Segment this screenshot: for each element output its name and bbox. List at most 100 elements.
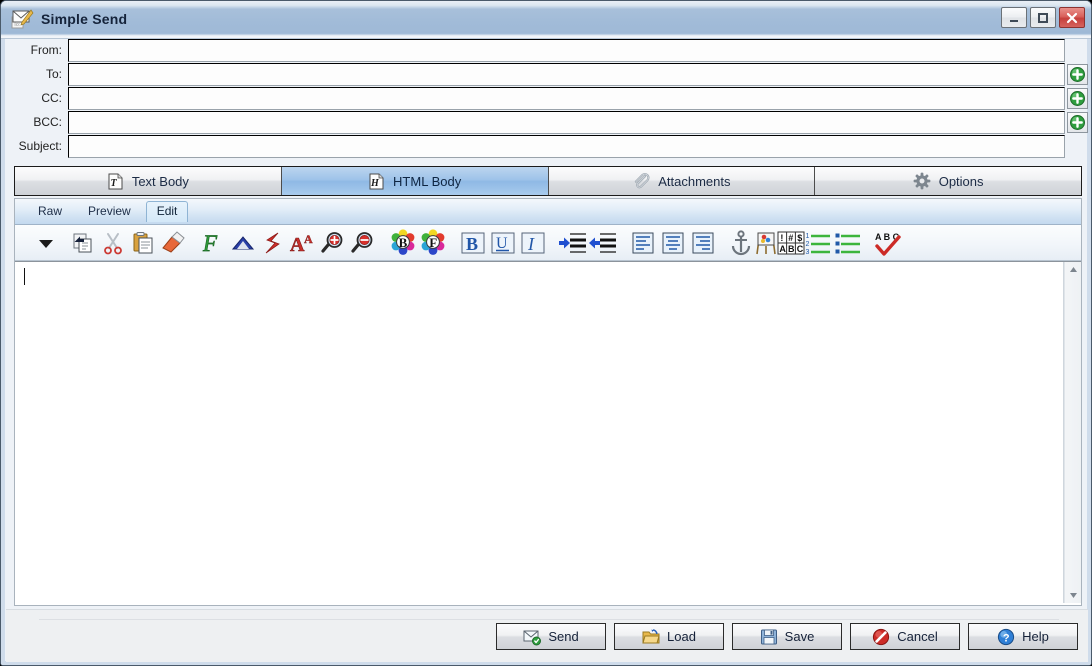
svg-text:B: B xyxy=(788,244,795,254)
footer-divider xyxy=(39,619,1059,622)
lightning-s-icon xyxy=(260,230,286,256)
cc-input[interactable] xyxy=(68,87,1065,110)
easel-image-icon xyxy=(754,230,778,256)
bcc-address-book-button[interactable] xyxy=(1067,112,1088,133)
svg-text:A: A xyxy=(779,244,786,254)
align-left-icon xyxy=(630,230,656,256)
subject-spacer xyxy=(1065,135,1088,158)
spell-check-button[interactable]: A B C xyxy=(873,228,903,258)
open-folder-icon xyxy=(642,628,660,646)
align-center-button[interactable] xyxy=(658,228,688,258)
scroll-up-button[interactable] xyxy=(1065,262,1081,277)
bold-button[interactable]: B xyxy=(458,228,488,258)
svg-text:1: 1 xyxy=(806,233,810,240)
subtab-preview-label: Preview xyxy=(88,204,131,218)
superscript-button[interactable] xyxy=(228,228,258,258)
special-character-button[interactable]: ! # $ A B C xyxy=(777,228,804,258)
scroll-down-arrow-icon xyxy=(1069,592,1078,599)
bold-icon: B xyxy=(460,230,486,256)
from-input[interactable] xyxy=(68,39,1065,62)
outdent-button[interactable] xyxy=(588,228,618,258)
to-address-book-button[interactable] xyxy=(1067,64,1088,85)
load-button[interactable]: Load xyxy=(614,623,724,650)
editor-view-tabs: Raw Preview Edit xyxy=(15,199,1081,225)
toolbar-overflow-arrow-button[interactable] xyxy=(33,228,58,258)
svg-text:2: 2 xyxy=(806,241,810,248)
tab-options[interactable]: Options xyxy=(815,167,1081,195)
tab-attachments[interactable]: Attachments xyxy=(548,167,816,195)
main-tab-strip: T Text Body H HTML Body Attachments Opti… xyxy=(14,166,1082,196)
floppy-disk-icon xyxy=(760,628,778,646)
window-title: Simple Send xyxy=(41,11,128,27)
zoom-out-button[interactable] xyxy=(348,228,378,258)
italic-button[interactable]: I xyxy=(518,228,548,258)
numbered-list-icon: 1 2 3 xyxy=(805,230,831,256)
help-button[interactable]: ? Help xyxy=(968,623,1078,650)
align-left-button[interactable] xyxy=(628,228,658,258)
scroll-down-button[interactable] xyxy=(1065,588,1081,603)
font-size-aa-icon: A A xyxy=(289,230,317,255)
subject-input[interactable] xyxy=(68,135,1065,158)
tab-text-body-label: Text Body xyxy=(131,173,189,189)
tab-attachments-label: Attachments xyxy=(658,173,731,189)
minimize-button[interactable] xyxy=(1001,7,1027,28)
subscript-button[interactable] xyxy=(258,228,288,258)
bcc-label: BCC: xyxy=(33,115,62,129)
font-f-icon: F xyxy=(200,230,226,255)
cancel-icon xyxy=(872,628,890,646)
copy-button[interactable] xyxy=(68,228,98,258)
underline-button[interactable]: U xyxy=(488,228,518,258)
send-button[interactable]: Send xyxy=(496,623,606,650)
mail-compose-icon: To: xyxy=(11,8,35,32)
background-color-button[interactable]: B xyxy=(388,228,418,258)
maximize-button[interactable] xyxy=(1030,7,1056,28)
subtab-edit[interactable]: Edit xyxy=(145,201,189,222)
subtab-preview[interactable]: Preview xyxy=(77,201,142,222)
tab-text-body[interactable]: T Text Body xyxy=(15,167,282,195)
eraser-icon xyxy=(160,230,186,256)
insert-image-button[interactable] xyxy=(753,228,778,258)
insert-anchor-button[interactable] xyxy=(728,228,753,258)
dialog-footer: Send Load Save Cancel ? Help xyxy=(6,609,1088,662)
svg-text:B: B xyxy=(466,234,478,254)
underline-icon: U xyxy=(490,230,516,256)
svg-text:H: H xyxy=(370,178,380,189)
editor-vertical-scrollbar[interactable] xyxy=(1064,262,1081,603)
footer-button-group: Send Load Save Cancel ? Help xyxy=(496,623,1078,650)
cancel-button-label: Cancel xyxy=(897,629,938,644)
paperclip-icon xyxy=(632,172,650,190)
to-input[interactable] xyxy=(68,63,1065,86)
bulleted-list-button[interactable] xyxy=(833,228,863,258)
save-button[interactable]: Save xyxy=(732,623,842,650)
anchor-icon xyxy=(729,229,753,256)
foreground-color-button[interactable]: F xyxy=(418,228,448,258)
field-row-cc: CC: xyxy=(6,87,1088,110)
svg-text:#: # xyxy=(788,233,793,243)
tab-html-body[interactable]: H HTML Body xyxy=(281,167,549,195)
bcc-input[interactable] xyxy=(68,111,1065,134)
align-right-button[interactable] xyxy=(688,228,718,258)
font-button[interactable]: F xyxy=(198,228,228,258)
erase-button[interactable] xyxy=(158,228,188,258)
html-edit-canvas[interactable] xyxy=(15,262,1064,603)
font-size-button[interactable]: A A xyxy=(288,228,318,258)
cancel-button[interactable]: Cancel xyxy=(850,623,960,650)
subtab-raw[interactable]: Raw xyxy=(27,201,73,222)
cc-address-book-button[interactable] xyxy=(1067,88,1088,109)
color-wheel-f-icon: F xyxy=(419,228,447,257)
to-label: To: xyxy=(45,67,62,81)
numbered-list-button[interactable]: 1 2 3 xyxy=(803,228,833,258)
italic-icon: I xyxy=(520,230,546,256)
svg-text:!: ! xyxy=(780,233,783,243)
paste-button[interactable] xyxy=(128,228,158,258)
close-button[interactable] xyxy=(1059,7,1085,28)
svg-text:F: F xyxy=(429,235,437,250)
zoom-in-button[interactable] xyxy=(318,228,348,258)
text-page-icon: T xyxy=(107,173,124,190)
cc-label: CC: xyxy=(41,91,62,105)
indent-button[interactable] xyxy=(558,228,588,258)
svg-text:3: 3 xyxy=(806,249,810,256)
cut-button[interactable] xyxy=(98,228,128,258)
gear-icon xyxy=(913,172,931,190)
field-row-to: To: xyxy=(6,63,1088,86)
